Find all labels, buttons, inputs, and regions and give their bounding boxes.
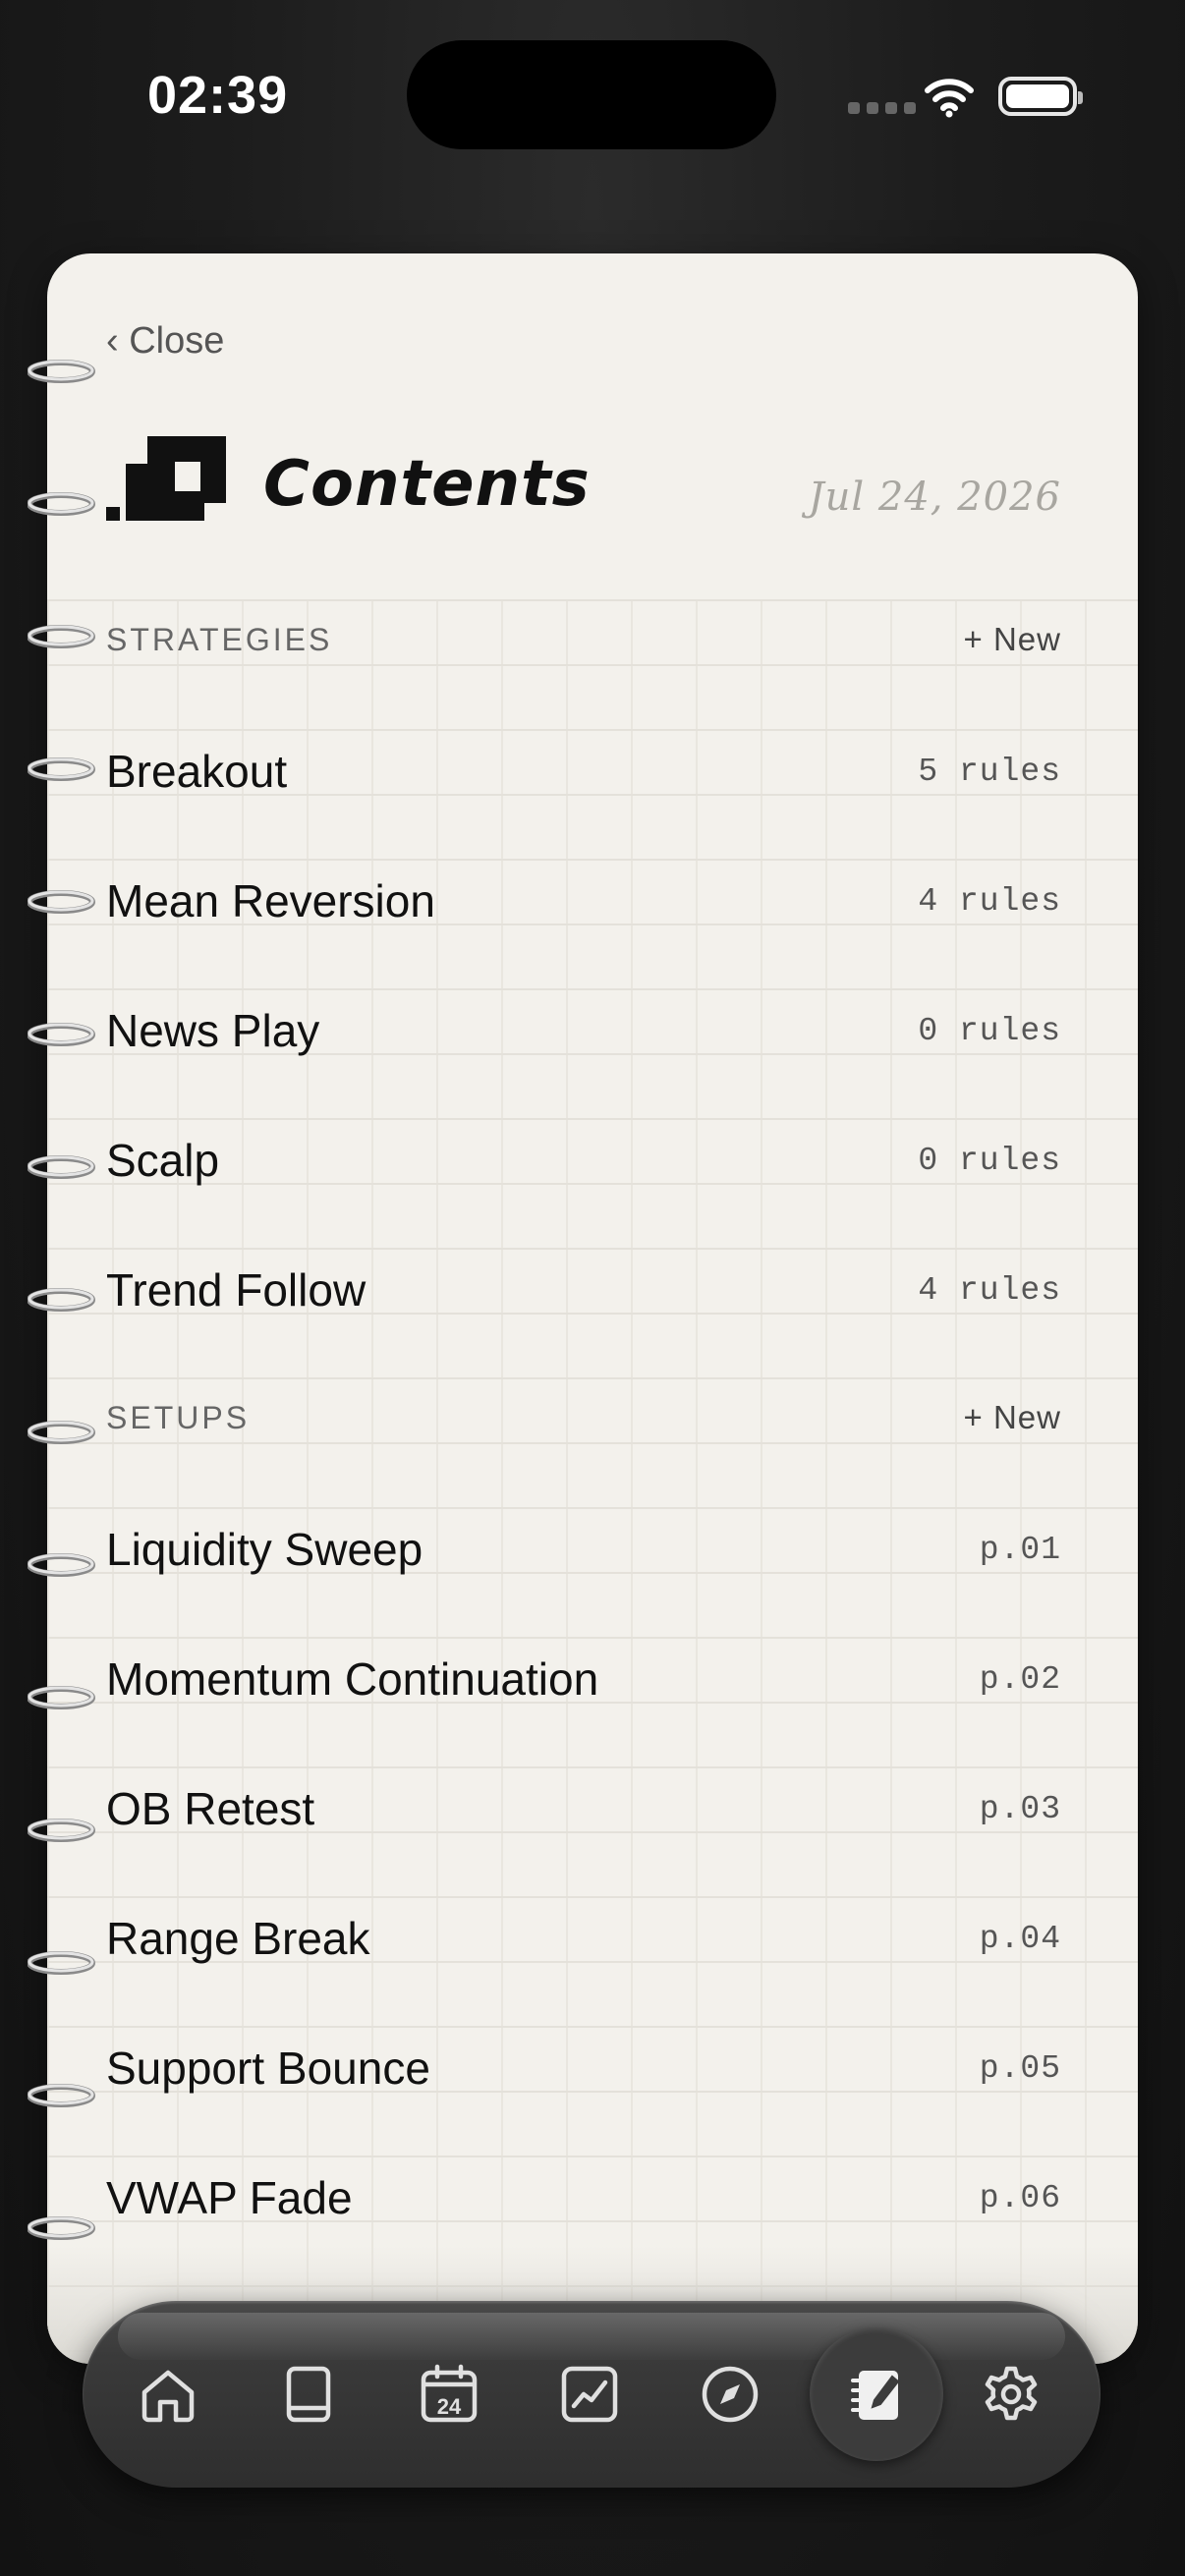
setup-name: Range Break xyxy=(106,1913,370,1964)
list-item[interactable]: VWAP Fade p.06 xyxy=(106,2158,1061,2237)
binder-ring-icon xyxy=(28,1686,95,1709)
setup-page-number: p.05 xyxy=(979,2049,1061,2087)
setup-page-number: p.06 xyxy=(979,2179,1061,2216)
strategy-rule-count: 4 rules xyxy=(918,1271,1061,1309)
close-button[interactable]: ‹ Close xyxy=(106,320,224,363)
tab-analytics[interactable] xyxy=(555,2360,624,2429)
strategies-section-title: STRATEGIES xyxy=(106,621,333,657)
tab-calendar[interactable]: 24 xyxy=(415,2360,483,2429)
binder-ring-icon xyxy=(28,1951,95,1975)
list-item[interactable]: Mean Reversion 4 rules xyxy=(106,862,1061,940)
chart-icon xyxy=(561,2366,618,2423)
new-strategy-button[interactable]: + New xyxy=(964,621,1061,658)
binder-ring-icon xyxy=(28,1155,95,1179)
binder-ring-icon xyxy=(28,1421,95,1444)
battery-icon xyxy=(998,77,1083,116)
list-item[interactable]: Support Bounce p.05 xyxy=(106,2029,1061,2107)
tab-bar: 24 xyxy=(83,2301,1100,2488)
binder-ring-icon xyxy=(28,492,95,516)
tab-settings[interactable] xyxy=(977,2360,1045,2429)
strategy-name: Mean Reversion xyxy=(106,875,435,926)
cellular-signal-icon xyxy=(848,102,916,114)
list-item[interactable]: OB Retest p.03 xyxy=(106,1769,1061,1848)
binder-ring-icon xyxy=(28,1023,95,1046)
book-icon xyxy=(286,2366,331,2423)
list-item[interactable]: News Play 0 rules xyxy=(106,991,1061,1070)
tab-journal[interactable] xyxy=(274,2360,343,2429)
setups-section-header: SETUPS + New xyxy=(106,1388,1061,1447)
setup-name: Momentum Continuation xyxy=(106,1653,599,1705)
page-title: Contents xyxy=(263,448,591,521)
setup-name: OB Retest xyxy=(106,1783,315,1834)
setup-name: Liquidity Sweep xyxy=(106,1524,423,1575)
strategy-name: Scalp xyxy=(106,1135,220,1186)
notebook-icon xyxy=(851,2371,900,2420)
list-item[interactable]: Range Break p.04 xyxy=(106,1899,1061,1978)
list-item[interactable]: Liquidity Sweep p.01 xyxy=(106,1510,1061,1589)
strategy-rule-count: 0 rules xyxy=(918,1142,1061,1179)
list-item[interactable]: Momentum Continuation p.02 xyxy=(106,1640,1061,1718)
strategy-rule-count: 4 rules xyxy=(918,882,1061,920)
list-item[interactable]: Trend Follow 4 rules xyxy=(106,1251,1061,1329)
list-item[interactable]: Scalp 0 rules xyxy=(106,1121,1061,1200)
logo-icon xyxy=(106,436,226,521)
binder-ring-icon xyxy=(28,625,95,648)
setup-name: Support Bounce xyxy=(106,2043,430,2094)
tab-explore[interactable] xyxy=(696,2360,764,2429)
strategy-rule-count: 0 rules xyxy=(918,1012,1061,1049)
setup-page-number: p.02 xyxy=(979,1660,1061,1698)
binder-ring-icon xyxy=(28,1288,95,1312)
list-item[interactable]: Breakout 5 rules xyxy=(106,732,1061,811)
calendar-icon: 24 xyxy=(421,2364,478,2423)
binder-ring-icon xyxy=(28,2084,95,2107)
dynamic-island xyxy=(407,40,776,149)
binder-ring-icon xyxy=(28,757,95,781)
page-date: Jul 24, 2026 xyxy=(808,475,1061,520)
binder-ring-icon xyxy=(28,360,95,383)
setup-name: VWAP Fade xyxy=(106,2172,353,2223)
home-icon xyxy=(141,2370,195,2423)
setups-section-title: SETUPS xyxy=(106,1399,251,1435)
binder-ring-icon xyxy=(28,2216,95,2240)
strategy-name: Breakout xyxy=(106,746,288,797)
strategy-name: Trend Follow xyxy=(106,1264,367,1316)
new-setup-button[interactable]: + New xyxy=(964,1399,1061,1436)
strategy-rule-count: 5 rules xyxy=(918,753,1061,790)
status-time: 02:39 xyxy=(147,66,289,125)
calendar-day-label: 24 xyxy=(437,2394,462,2419)
setup-page-number: p.03 xyxy=(979,1790,1061,1827)
binder-ring-icon xyxy=(28,890,95,914)
notebook-page: ‹ Close Contents Jul 24, 2026 STRATEGIES… xyxy=(47,253,1138,2364)
binder-ring-icon xyxy=(28,1819,95,1842)
tab-notebook[interactable] xyxy=(842,2360,911,2429)
wifi-icon xyxy=(925,79,974,118)
strategies-section-header: STRATEGIES + New xyxy=(106,610,1061,669)
binder-ring-icon xyxy=(28,1553,95,1577)
tab-home[interactable] xyxy=(134,2360,202,2429)
compass-icon xyxy=(702,2366,759,2423)
strategy-name: News Play xyxy=(106,1005,320,1056)
setup-page-number: p.04 xyxy=(979,1920,1061,1957)
setup-page-number: p.01 xyxy=(979,1531,1061,1568)
gear-icon xyxy=(985,2366,1038,2421)
